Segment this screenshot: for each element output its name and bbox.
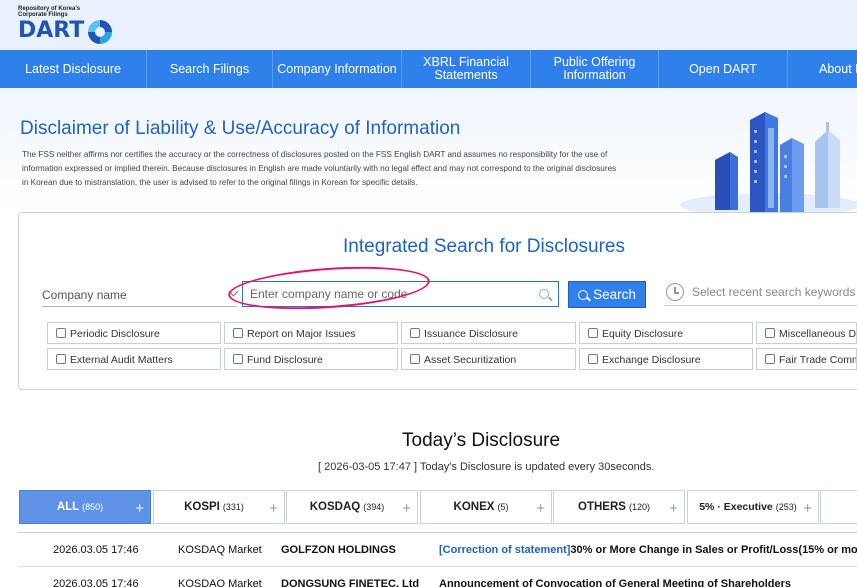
row-company[interactable]: GOLFZON HOLDINGS [281,544,396,556]
search-button[interactable]: Search [568,281,646,308]
checkbox-miscellaneous-disclosure[interactable]: Miscellaneous Disclosure [756,322,857,344]
logo-text: DART [18,18,85,43]
recent-search-keywords-select[interactable]: Select recent search keywords [664,280,857,306]
checkbox-issuance-disclosure[interactable]: Issuance Disclosure [401,322,576,344]
tab-label: ALL [56,501,80,513]
search-button-label: Search [593,287,636,302]
tab-5pct-executive[interactable]: 5% · Executive (253) + [687,490,819,524]
checkbox-fund-disclosure[interactable]: Fund Disclosure [224,348,398,370]
tab-label: 5% · Executive [699,501,773,513]
row-title[interactable]: [Correction of statement]30% or More Cha… [439,544,857,556]
table-row[interactable]: 2026.03.05 17:46 KOSDAQ Market GOLFZON H… [18,533,857,567]
main-nav: Latest Disclosure Search Filings Company… [0,50,857,88]
search-icon [539,289,549,299]
checkbox-box[interactable] [233,354,243,364]
checkbox-label: Issuance Disclosure [424,328,518,340]
clock-history-icon [666,283,684,301]
checkbox-label: Equity Disclosure [602,328,684,340]
plus-icon[interactable]: + [402,500,411,517]
tab-label: KOSDAQ [309,501,361,513]
checkbox-report-on-major-issues[interactable]: Report on Major Issues [224,322,398,344]
plus-icon[interactable]: + [269,500,278,517]
checkbox-exchange-disclosure[interactable]: Exchange Disclosure [579,348,753,370]
tab-count: (394) [363,502,385,512]
integrated-search-title: Integrated Search for Disclosures [343,236,625,257]
checkbox-label: Fund Disclosure [247,354,323,366]
checkbox-label: Report on Major Issues [247,328,356,340]
checkbox-box[interactable] [410,354,420,364]
checkbox-periodic-disclosure[interactable]: Periodic Disclosure [47,322,221,344]
checkbox-label: Fair Trade Commission [779,354,856,366]
city-buildings-illustration [680,112,857,215]
tab-kosdaq[interactable]: KOSDAQ (394) + [286,490,418,524]
checkbox-box[interactable] [56,354,66,364]
tab-count: (850) [82,502,104,512]
row-title-text: 30% or More Change in Sales or Profit/Lo… [570,544,857,556]
checkbox-label: Exchange Disclosure [602,354,701,366]
tab-others[interactable]: OTHERS (120) + [553,490,685,524]
row-tag: [Correction of statement] [439,544,571,556]
checkbox-box[interactable] [56,328,66,338]
checkbox-box[interactable] [233,328,243,338]
row-market: KOSDAQ Market [178,544,262,556]
top-header: Repository of Korea's Corporate Filings … [0,0,857,50]
tab-label: KONEX [453,501,495,513]
nav-latest-disclosure[interactable]: Latest Disclosure [0,50,147,88]
plus-icon[interactable]: + [669,500,678,517]
table-row[interactable]: 2026.03.05 17:46 KOSDAQ Market DONGSUNG … [18,567,857,587]
checkbox-box[interactable] [765,328,775,338]
nav-public-offering[interactable]: Public Offering Information [531,50,659,88]
checkbox-external-audit-matters[interactable]: External Audit Matters [47,348,221,370]
tab-count: (253) [775,502,797,512]
checkbox-label: Asset Securitization [424,354,517,366]
nav-search-filings[interactable]: Search Filings [147,50,273,88]
row-title[interactable]: Announcement of Convocation of General M… [439,578,791,587]
search-icon [578,289,589,300]
recent-search-label: Select recent search keywords [692,285,856,299]
row-market: KOSDAQ Market [178,578,262,587]
todays-disclosure-title: Today’s Disclosure [402,430,561,451]
tab-label: KOSPI [184,501,220,513]
nav-company-information[interactable]: Company Information [273,50,402,88]
plus-icon[interactable]: + [803,500,812,517]
checkbox-box[interactable] [588,354,598,364]
row-title-text: Announcement of Convocation of General M… [439,578,792,587]
logo-globe-icon [88,20,112,44]
tab-count: (120) [628,502,650,512]
todays-disclosure-update-note: [ 2026-03-05 17:47 ] Today's Disclosure … [318,461,655,473]
checkbox-label: Miscellaneous Disclosure [779,328,857,340]
plus-icon[interactable]: + [135,500,144,517]
nav-xbrl-financial[interactable]: XBRL Financial Statements [402,50,531,88]
tab-kospi[interactable]: KOSPI (331) + [153,490,285,524]
checkbox-box[interactable] [588,328,598,338]
dart-logo[interactable]: Repository of Korea's Corporate Filings … [18,6,112,44]
company-name-select[interactable]: Company name [42,280,239,307]
checkbox-equity-disclosure[interactable]: Equity Disclosure [579,322,753,344]
tab-more[interactable] [820,490,857,524]
tab-konex[interactable]: KONEX (5) + [420,490,552,524]
nav-about-dart[interactable]: About DART [788,50,857,88]
disclaimer-text: The FSS neither affirms nor certifies th… [22,150,617,187]
row-datetime: 2026.03.05 17:46 [53,544,139,556]
checkbox-fair-trade-commission[interactable]: Fair Trade Commission [756,348,857,370]
disclaimer-title: Disclaimer of Liability & Use/Accuracy o… [20,118,461,139]
checkbox-label: Periodic Disclosure [70,328,160,340]
row-datetime: 2026.03.05 17:46 [53,578,139,587]
checkbox-asset-securitization[interactable]: Asset Securitization [401,348,576,370]
checkbox-label: External Audit Matters [70,354,173,366]
tab-label: OTHERS [578,501,626,513]
plus-icon[interactable]: + [536,500,545,517]
tab-count: (331) [222,502,244,512]
company-select-label: Company name [42,288,127,302]
row-company[interactable]: DONGSUNG FINETEC. Ltd [281,578,419,587]
checkbox-box[interactable] [765,354,775,364]
tab-all[interactable]: ALL (850) + [19,490,151,524]
checkbox-box[interactable] [410,328,420,338]
nav-open-dart[interactable]: Open DART [659,50,788,88]
tab-count: (5) [497,502,509,512]
